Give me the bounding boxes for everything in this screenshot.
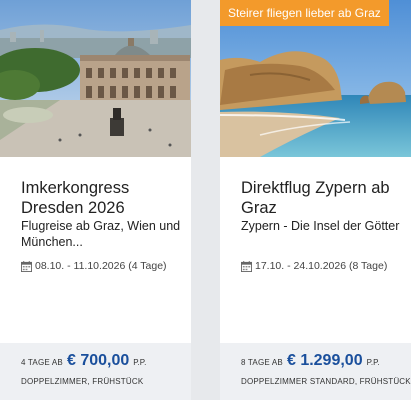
room-info: DOPPELZIMMER, FRÜHSTÜCK: [21, 377, 144, 386]
offer-card-zypern[interactable]: Steirer fliegen lieber ab Graz Direktflu…: [220, 0, 411, 400]
offer-subtitle: Flugreise ab Graz, Wien und München...: [21, 219, 181, 249]
dates-text: 08.10. - 11.10.2026 (4 Tage): [35, 260, 167, 272]
card-gap: [191, 0, 220, 400]
calendar-icon: [241, 260, 252, 272]
price-suffix: P.P.: [366, 358, 380, 367]
offer-subtitle: Zypern - Die Insel der Götter: [241, 219, 400, 233]
room-info: DOPPELZIMMER STANDARD, FRÜHSTÜCK: [241, 377, 411, 386]
offer-dates: 17.10. - 24.10.2026 (8 Tage): [241, 259, 387, 273]
price-prefix: 4 TAGE AB: [21, 358, 63, 367]
dates-text: 17.10. - 24.10.2026 (8 Tage): [255, 260, 388, 272]
dresden-city-photo[interactable]: [0, 0, 191, 157]
offer-title[interactable]: Direktflug Zypern ab Graz: [241, 178, 406, 218]
price-footer: 8 TAGE AB € 1.299,00 P.P. DOPPELZIMMER S…: [220, 343, 411, 400]
price-footer: 4 TAGE AB € 700,00 P.P. DOPPELZIMMER, FR…: [0, 343, 191, 400]
price-suffix: P.P.: [133, 358, 147, 367]
calendar-icon: [21, 260, 32, 272]
price-row: 4 TAGE AB € 700,00 P.P.: [21, 352, 146, 370]
offer-dates: 08.10. - 11.10.2026 (4 Tage): [21, 259, 167, 273]
promo-tag: Steirer fliegen lieber ab Graz: [220, 0, 389, 26]
price-value: € 700,00: [66, 352, 130, 369]
price-value: € 1.299,00: [286, 352, 363, 369]
price-prefix: 8 TAGE AB: [241, 358, 283, 367]
offer-title[interactable]: Imkerkongress Dresden 2026: [21, 178, 186, 218]
offer-card-dresden[interactable]: Imkerkongress Dresden 2026 Flugreise ab …: [0, 0, 191, 400]
price-row: 8 TAGE AB € 1.299,00 P.P.: [241, 352, 380, 370]
